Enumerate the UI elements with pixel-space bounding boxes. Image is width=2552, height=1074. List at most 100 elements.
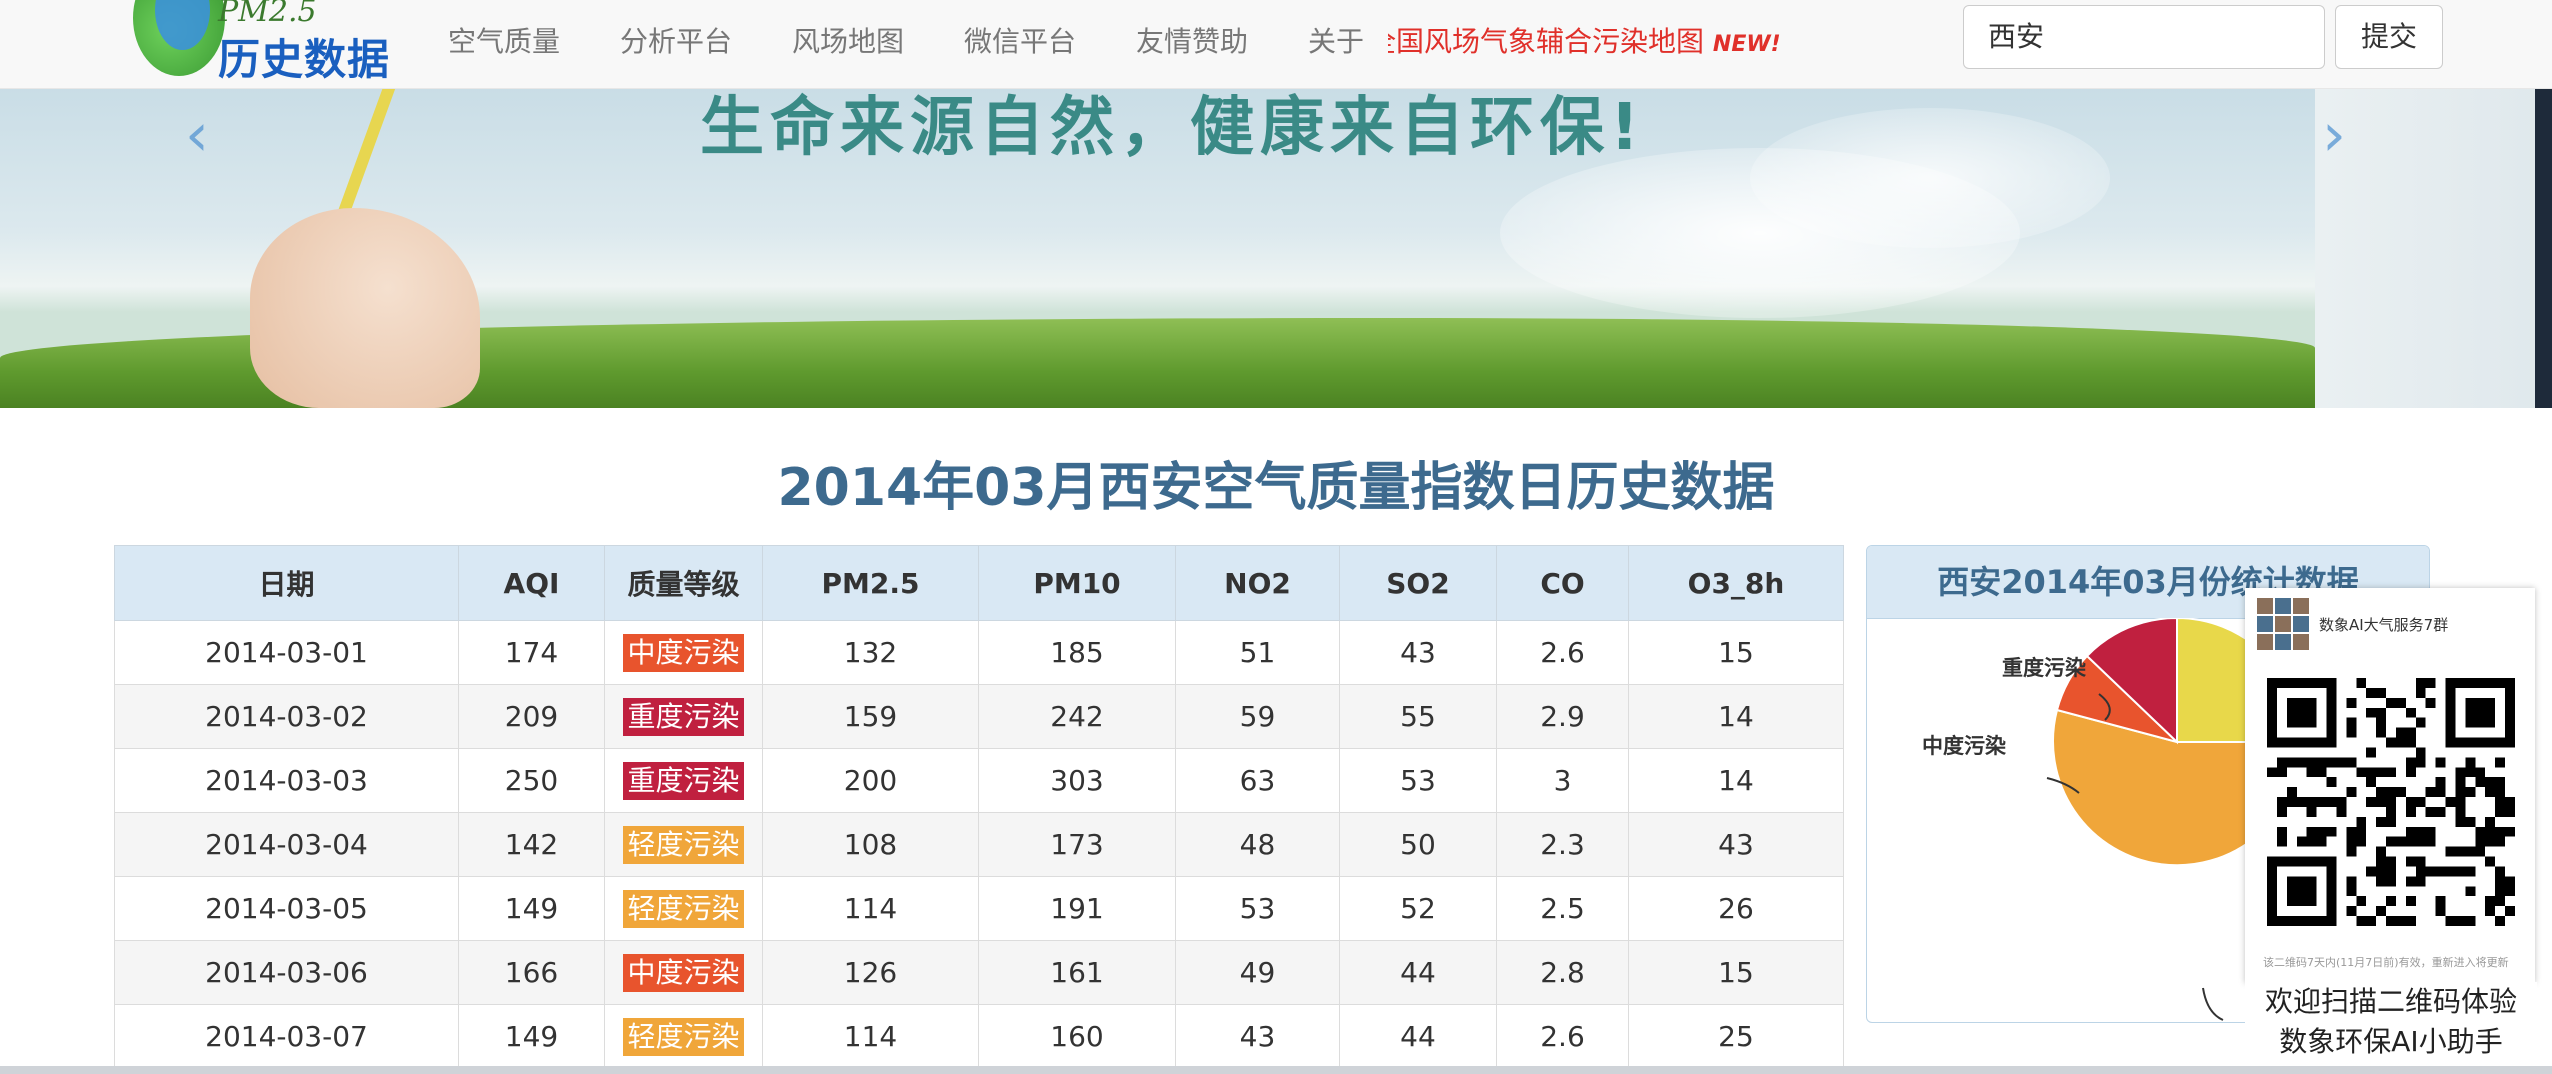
header-pm25: PM2.5 [762,545,979,621]
cell-no2: 48 [1175,812,1340,877]
quality-level-badge: 轻度污染 [623,1017,744,1056]
city-search-input[interactable]: 西安 [1963,5,2325,69]
header-o3: O3_8h [1628,545,1844,621]
banner-slogan: 生命来源自然，健康来自环保! [700,91,1646,165]
cell-pm25: 108 [762,812,979,877]
cell-date: 2014-03-06 [114,940,459,1005]
cell-aqi: 149 [458,1004,605,1069]
quality-level-badge: 轻度污染 [623,825,744,864]
header-level: 质量等级 [604,545,763,621]
nav-wechat-platform[interactable]: 微信平台 [964,20,1076,60]
cell-o3: 15 [1628,620,1844,685]
site-logo[interactable]: PM2.5 历史数据 [130,0,400,86]
cell-pm10: 173 [978,812,1176,877]
marquee-text: 全国风场气象辅合污染地图 [1388,25,1705,58]
cell-no2: 63 [1175,748,1340,813]
nav-air-quality[interactable]: 空气质量 [448,20,560,60]
cell-o3: 26 [1628,876,1844,941]
pie-label-moderate: 中度污染 [1922,734,2006,758]
cell-level: 轻度污染 [604,876,763,941]
cell-o3: 43 [1628,812,1844,877]
qr-caption-line2: 数象环保AI小助手 [2279,1025,2503,1058]
qr-caption-line1: 欢迎扫描二维码体验 [2264,985,2517,1018]
cloud-shape [1750,108,2110,248]
cell-so2: 44 [1339,940,1497,1005]
cell-o3: 25 [1628,1004,1844,1069]
cell-pm10: 160 [978,1004,1176,1069]
cell-o3: 14 [1628,748,1844,813]
table-row: 2014-03-05 149 轻度污染 114 191 53 52 2.5 26 [114,876,1844,941]
cell-o3: 15 [1628,940,1844,1005]
label-leader-line [2202,987,2224,1021]
cell-so2: 50 [1339,812,1497,877]
banner-next-slide [2315,88,2552,408]
cell-so2: 53 [1339,748,1497,813]
cell-no2: 59 [1175,684,1340,749]
new-badge: NEW! [1712,32,1780,57]
cell-date: 2014-03-02 [114,684,459,749]
submit-button[interactable]: 提交 [2335,5,2443,69]
cell-co: 3 [1496,748,1629,813]
cell-level: 中度污染 [604,940,763,1005]
table-row: 2014-03-06 166 中度污染 126 161 49 44 2.8 15 [114,940,1844,1005]
aqi-history-table: 日期 AQI 质量等级 PM2.5 PM10 NO2 SO2 CO O3_8h … [114,545,1844,1069]
cell-level: 重度污染 [604,748,763,813]
cell-co: 2.6 [1496,620,1629,685]
cell-pm25: 114 [762,876,979,941]
quality-level-badge: 轻度污染 [623,889,744,928]
header-so2: SO2 [1339,545,1497,621]
cell-date: 2014-03-07 [114,1004,459,1069]
cell-no2: 53 [1175,876,1340,941]
cell-co: 2.5 [1496,876,1629,941]
quality-level-badge: 重度污染 [623,697,744,736]
carousel-prev-icon[interactable]: ‹ [185,100,209,170]
cell-level: 重度污染 [604,684,763,749]
qr-code-image[interactable] [2267,678,2515,926]
cell-co: 2.8 [1496,940,1629,1005]
cell-no2: 49 [1175,940,1340,1005]
header-date: 日期 [114,545,459,621]
nav-wind-map[interactable]: 风场地图 [792,20,904,60]
cell-level: 轻度污染 [604,1004,763,1069]
nav-sponsor[interactable]: 友情赞助 [1136,20,1248,60]
cell-pm25: 132 [762,620,979,685]
cell-pm10: 242 [978,684,1176,749]
window-bottom-edge [0,1066,2552,1074]
pie-label-heavy: 重度污染 [2002,656,2086,680]
qr-caption: 欢迎扫描二维码体验 数象环保AI小助手 [2245,982,2537,1062]
quality-level-badge: 中度污染 [623,953,744,992]
quality-level-badge: 中度污染 [623,633,744,672]
cell-date: 2014-03-01 [114,620,459,685]
table-row: 2014-03-02 209 重度污染 159 242 59 55 2.9 14 [114,684,1844,749]
cell-co: 2.3 [1496,812,1629,877]
qr-popup: 数象AI大气服务7群 该二维码7天内(11月7日前)有效，重新进入将更新 [2245,588,2535,983]
table-row: 2014-03-03 250 重度污染 200 303 63 53 3 14 [114,748,1844,813]
nav-about[interactable]: 关于 [1308,20,1364,60]
logo-pm25-text: PM2.5 [218,0,317,29]
cell-aqi: 250 [458,748,605,813]
header-no2: NO2 [1175,545,1340,621]
cell-date: 2014-03-03 [114,748,459,813]
logo-history-text: 历史数据 [218,35,391,84]
header-co: CO [1496,545,1629,621]
banner-edge [2535,88,2552,408]
cell-no2: 43 [1175,1004,1340,1069]
cell-so2: 55 [1339,684,1497,749]
cell-pm25: 126 [762,940,979,1005]
table-header-row: 日期 AQI 质量等级 PM2.5 PM10 NO2 SO2 CO O3_8h [114,545,1844,621]
marquee-link[interactable]: 全国风场气象辅合污染地图 NEW! [1388,20,1780,60]
qr-group-name: 数象AI大气服务7群 [2319,616,2449,634]
hero-banner: 生命来源自然，健康来自环保! ‹ › [0,88,2552,408]
table-row: 2014-03-04 142 轻度污染 108 173 48 50 2.3 43 [114,812,1844,877]
cell-so2: 52 [1339,876,1497,941]
cell-o3: 14 [1628,684,1844,749]
cell-co: 2.6 [1496,1004,1629,1069]
nav-analysis-platform[interactable]: 分析平台 [620,20,732,60]
cell-so2: 44 [1339,1004,1497,1069]
cell-date: 2014-03-05 [114,876,459,941]
page-title: 2014年03月西安空气质量指数日历史数据 [777,458,1775,518]
cell-pm25: 200 [762,748,979,813]
carousel-next-icon[interactable]: › [2322,100,2346,170]
cell-pm10: 191 [978,876,1176,941]
header-aqi: AQI [458,545,605,621]
